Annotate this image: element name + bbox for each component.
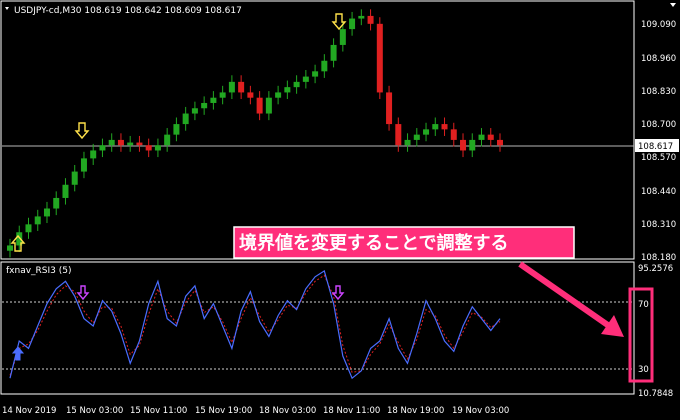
bull-candle [284,87,291,93]
bull-candle [71,171,78,185]
bull-candle [90,150,97,159]
time-axis: 14 Nov 2019 15 Nov 03:00 15 Nov 11:00 15… [2,406,509,416]
bull-candle [275,92,282,98]
bull-candle [293,81,300,88]
bull-candle [43,208,50,217]
bull-candle [127,142,134,146]
bear-candle [386,92,393,125]
bull-candle [358,15,365,19]
annotation-arrow [518,261,614,331]
time-tick: 15 Nov 03:00 [66,406,123,416]
bull-candle [25,224,32,233]
bear-candle [117,139,124,146]
annotation-text: 境界値を変更することで調整する [239,232,508,254]
bear-candle [441,124,448,130]
bull-candle [219,92,226,98]
price-tick: 108.310 [641,220,676,230]
bull-candle [349,18,356,30]
bear-candle [136,142,143,146]
time-tick: 18 Nov 11:00 [323,406,380,416]
bear-candle [376,23,383,93]
bull-candle [191,108,198,114]
indicator-title: fxnav_RSI3 (5) [6,266,72,276]
bull-candle [265,97,272,114]
bear-candle [497,139,503,146]
bear-candle [367,15,374,24]
time-tick: 15 Nov 11:00 [130,406,187,416]
bull-candle [339,29,346,45]
rsi-line [9,269,501,380]
price-tick: 108.570 [641,153,676,163]
indicator-top-value: 95.2576 [638,264,673,274]
bull-candle [404,139,411,146]
bear-candle [238,81,245,93]
bull-candle [413,134,420,140]
sell-arrow-icon [74,122,90,140]
bear-candle [256,97,263,114]
bull-candle [210,97,217,103]
bear-candle [145,145,152,151]
price-panel[interactable] [0,0,635,260]
price-tick: 108.700 [641,120,676,130]
level-high-label: 70 [638,300,649,310]
price-tick: 108.440 [641,187,676,197]
bull-candle [312,71,319,77]
time-tick: 18 Nov 19:00 [387,406,444,416]
price-tick: 108.960 [641,54,676,64]
bull-candle [321,60,328,72]
bull-candle [80,158,87,172]
bull-candle [108,139,115,146]
bull-candle [62,184,69,198]
bull-candle [478,134,485,140]
bull-candle [201,102,208,109]
bull-candle [154,145,161,151]
chart-window[interactable]: USDJPY-cd,M30 108.619 108.642 108.609 10… [0,0,680,420]
bear-candle [487,134,494,140]
time-tick: 15 Nov 19:00 [195,406,252,416]
bull-candle [7,245,13,251]
candlestick-series [7,9,503,258]
scroll-indicator-icon[interactable] [670,3,676,7]
bull-candle [53,197,60,209]
bear-candle [247,92,254,98]
price-tick: 109.090 [641,20,676,30]
time-tick: 14 Nov 2019 [2,406,56,416]
bull-candle [34,216,41,225]
current-price-label: 108.617 [638,142,673,152]
indicator-bottom-value: 10.7848 [638,389,673,399]
bear-candle [460,139,467,151]
bull-candle [469,139,476,151]
bull-candle [99,145,106,151]
level-low-label: 30 [638,365,649,375]
rsi-sell-arrow-icon [76,285,90,301]
bull-candle [330,44,337,61]
dropdown-arrow-icon[interactable] [5,7,9,10]
bull-candle [164,134,171,146]
bull-candle [432,124,439,130]
rsi-sell-arrow-icon [331,285,345,301]
indicator-panel[interactable] [0,261,635,395]
price-tick: 108.180 [641,253,676,263]
signal-line [9,274,501,376]
bull-candle [423,129,430,135]
time-tick: 18 Nov 03:00 [259,406,316,416]
bull-candle [228,81,235,93]
bear-candle [450,129,457,140]
time-tick: 19 Nov 03:00 [452,406,509,416]
symbol-header: USDJPY-cd,M30 108.619 108.642 108.609 10… [14,6,242,16]
bear-candle [395,124,402,146]
bull-candle [302,76,309,82]
bull-candle [182,113,189,125]
price-tick: 108.830 [641,87,676,97]
bull-candle [173,124,180,135]
